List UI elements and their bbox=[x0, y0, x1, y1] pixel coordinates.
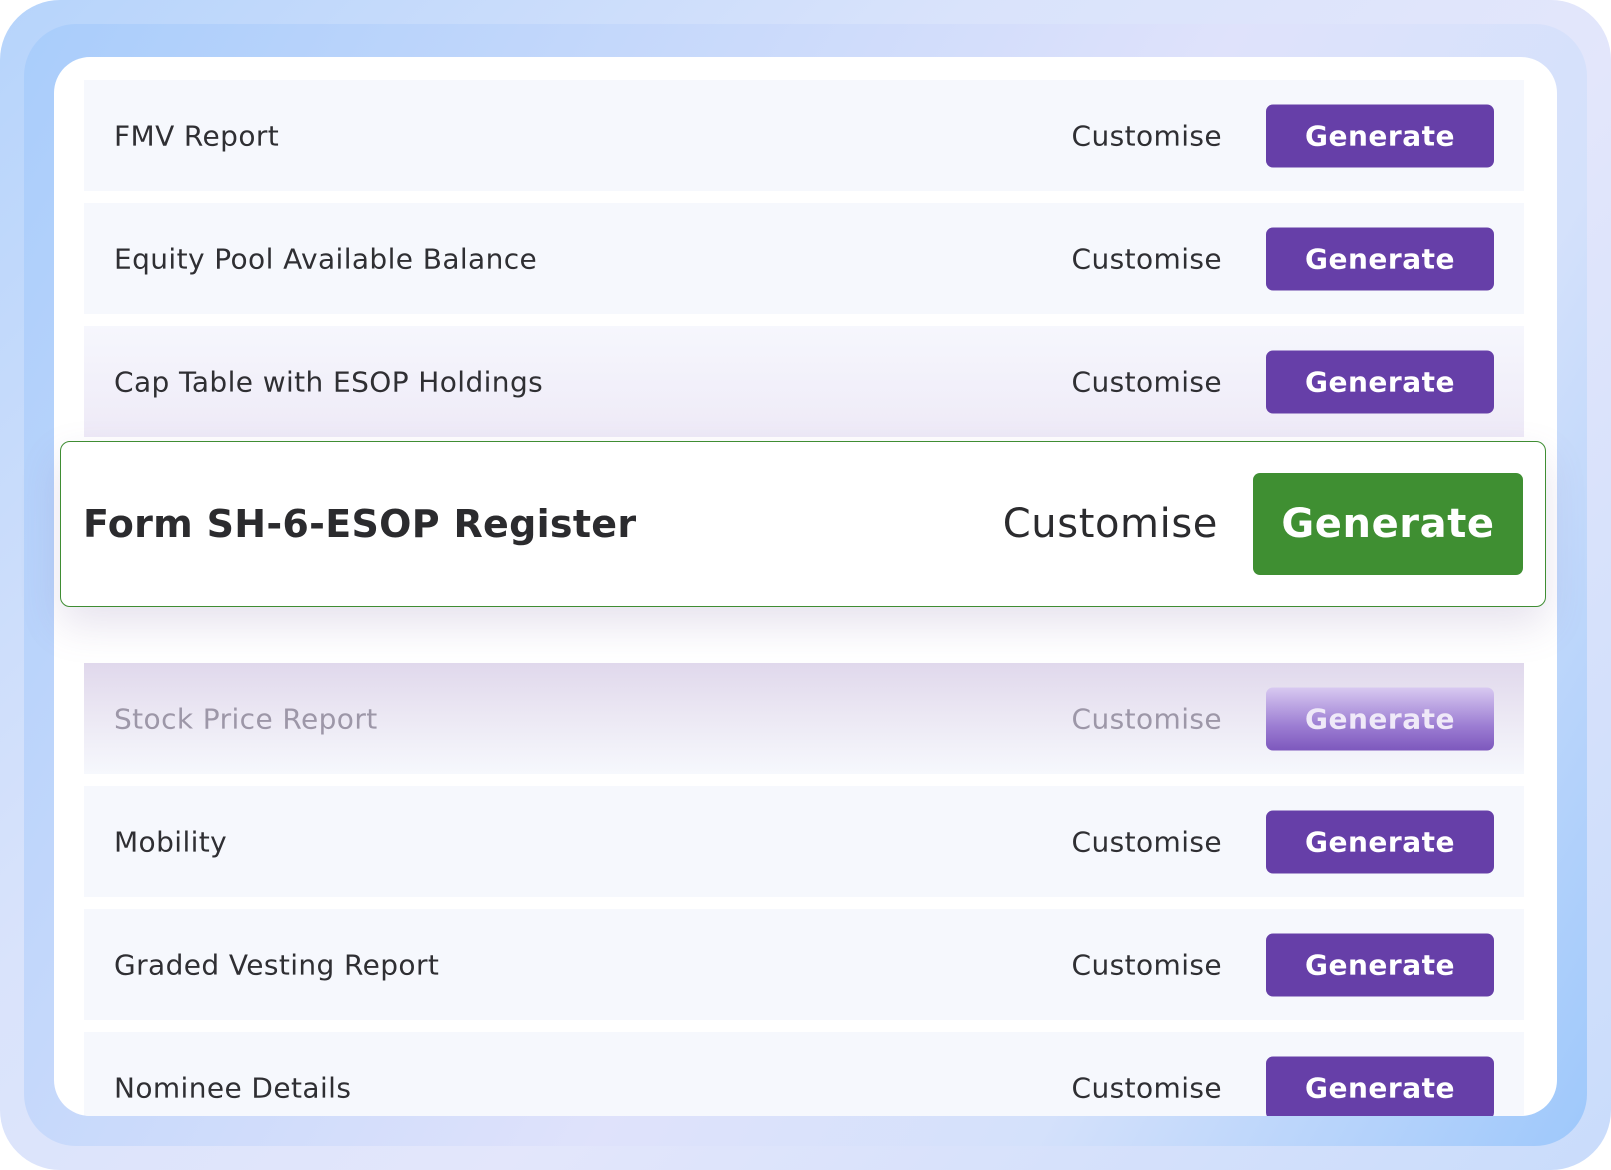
report-row-fmv: FMV Report Customise Generate bbox=[84, 80, 1524, 191]
report-label: Nominee Details bbox=[114, 1071, 352, 1104]
generate-button[interactable]: Generate bbox=[1266, 687, 1494, 750]
report-row-cap-table: Cap Table with ESOP Holdings Customise G… bbox=[84, 326, 1524, 437]
highlighted-generate-button[interactable]: Generate bbox=[1253, 473, 1523, 575]
report-label: Equity Pool Available Balance bbox=[114, 242, 538, 275]
customise-link[interactable]: Customise bbox=[1072, 242, 1222, 275]
report-row-equity-pool: Equity Pool Available Balance Customise … bbox=[84, 203, 1524, 314]
generate-button[interactable]: Generate bbox=[1266, 104, 1494, 167]
highlighted-customise-link[interactable]: Customise bbox=[1003, 501, 1218, 547]
highlighted-report-label: Form SH-6-ESOP Register bbox=[83, 502, 637, 546]
report-label: Cap Table with ESOP Holdings bbox=[114, 365, 544, 398]
customise-link[interactable]: Customise bbox=[1072, 825, 1222, 858]
generate-button[interactable]: Generate bbox=[1266, 1056, 1494, 1116]
report-row-nominee-details: Nominee Details Customise Generate bbox=[84, 1032, 1524, 1116]
customise-link[interactable]: Customise bbox=[1072, 119, 1222, 152]
customise-link[interactable]: Customise bbox=[1072, 702, 1222, 735]
report-row-graded-vesting: Graded Vesting Report Customise Generate bbox=[84, 909, 1524, 1020]
customise-link[interactable]: Customise bbox=[1072, 948, 1222, 981]
customise-link[interactable]: Customise bbox=[1072, 365, 1222, 398]
report-label: FMV Report bbox=[114, 119, 280, 152]
report-label: Stock Price Report bbox=[114, 702, 378, 735]
highlighted-report-row: Form SH-6-ESOP Register Customise Genera… bbox=[60, 441, 1546, 607]
generate-button[interactable]: Generate bbox=[1266, 810, 1494, 873]
generate-button[interactable]: Generate bbox=[1266, 933, 1494, 996]
generate-button[interactable]: Generate bbox=[1266, 350, 1494, 413]
generate-button[interactable]: Generate bbox=[1266, 227, 1494, 290]
report-label: Graded Vesting Report bbox=[114, 948, 440, 981]
report-row-stock-price: Stock Price Report Customise Generate bbox=[84, 663, 1524, 774]
customise-link[interactable]: Customise bbox=[1072, 1071, 1222, 1104]
report-label: Mobility bbox=[114, 825, 228, 858]
report-row-mobility: Mobility Customise Generate bbox=[84, 786, 1524, 897]
